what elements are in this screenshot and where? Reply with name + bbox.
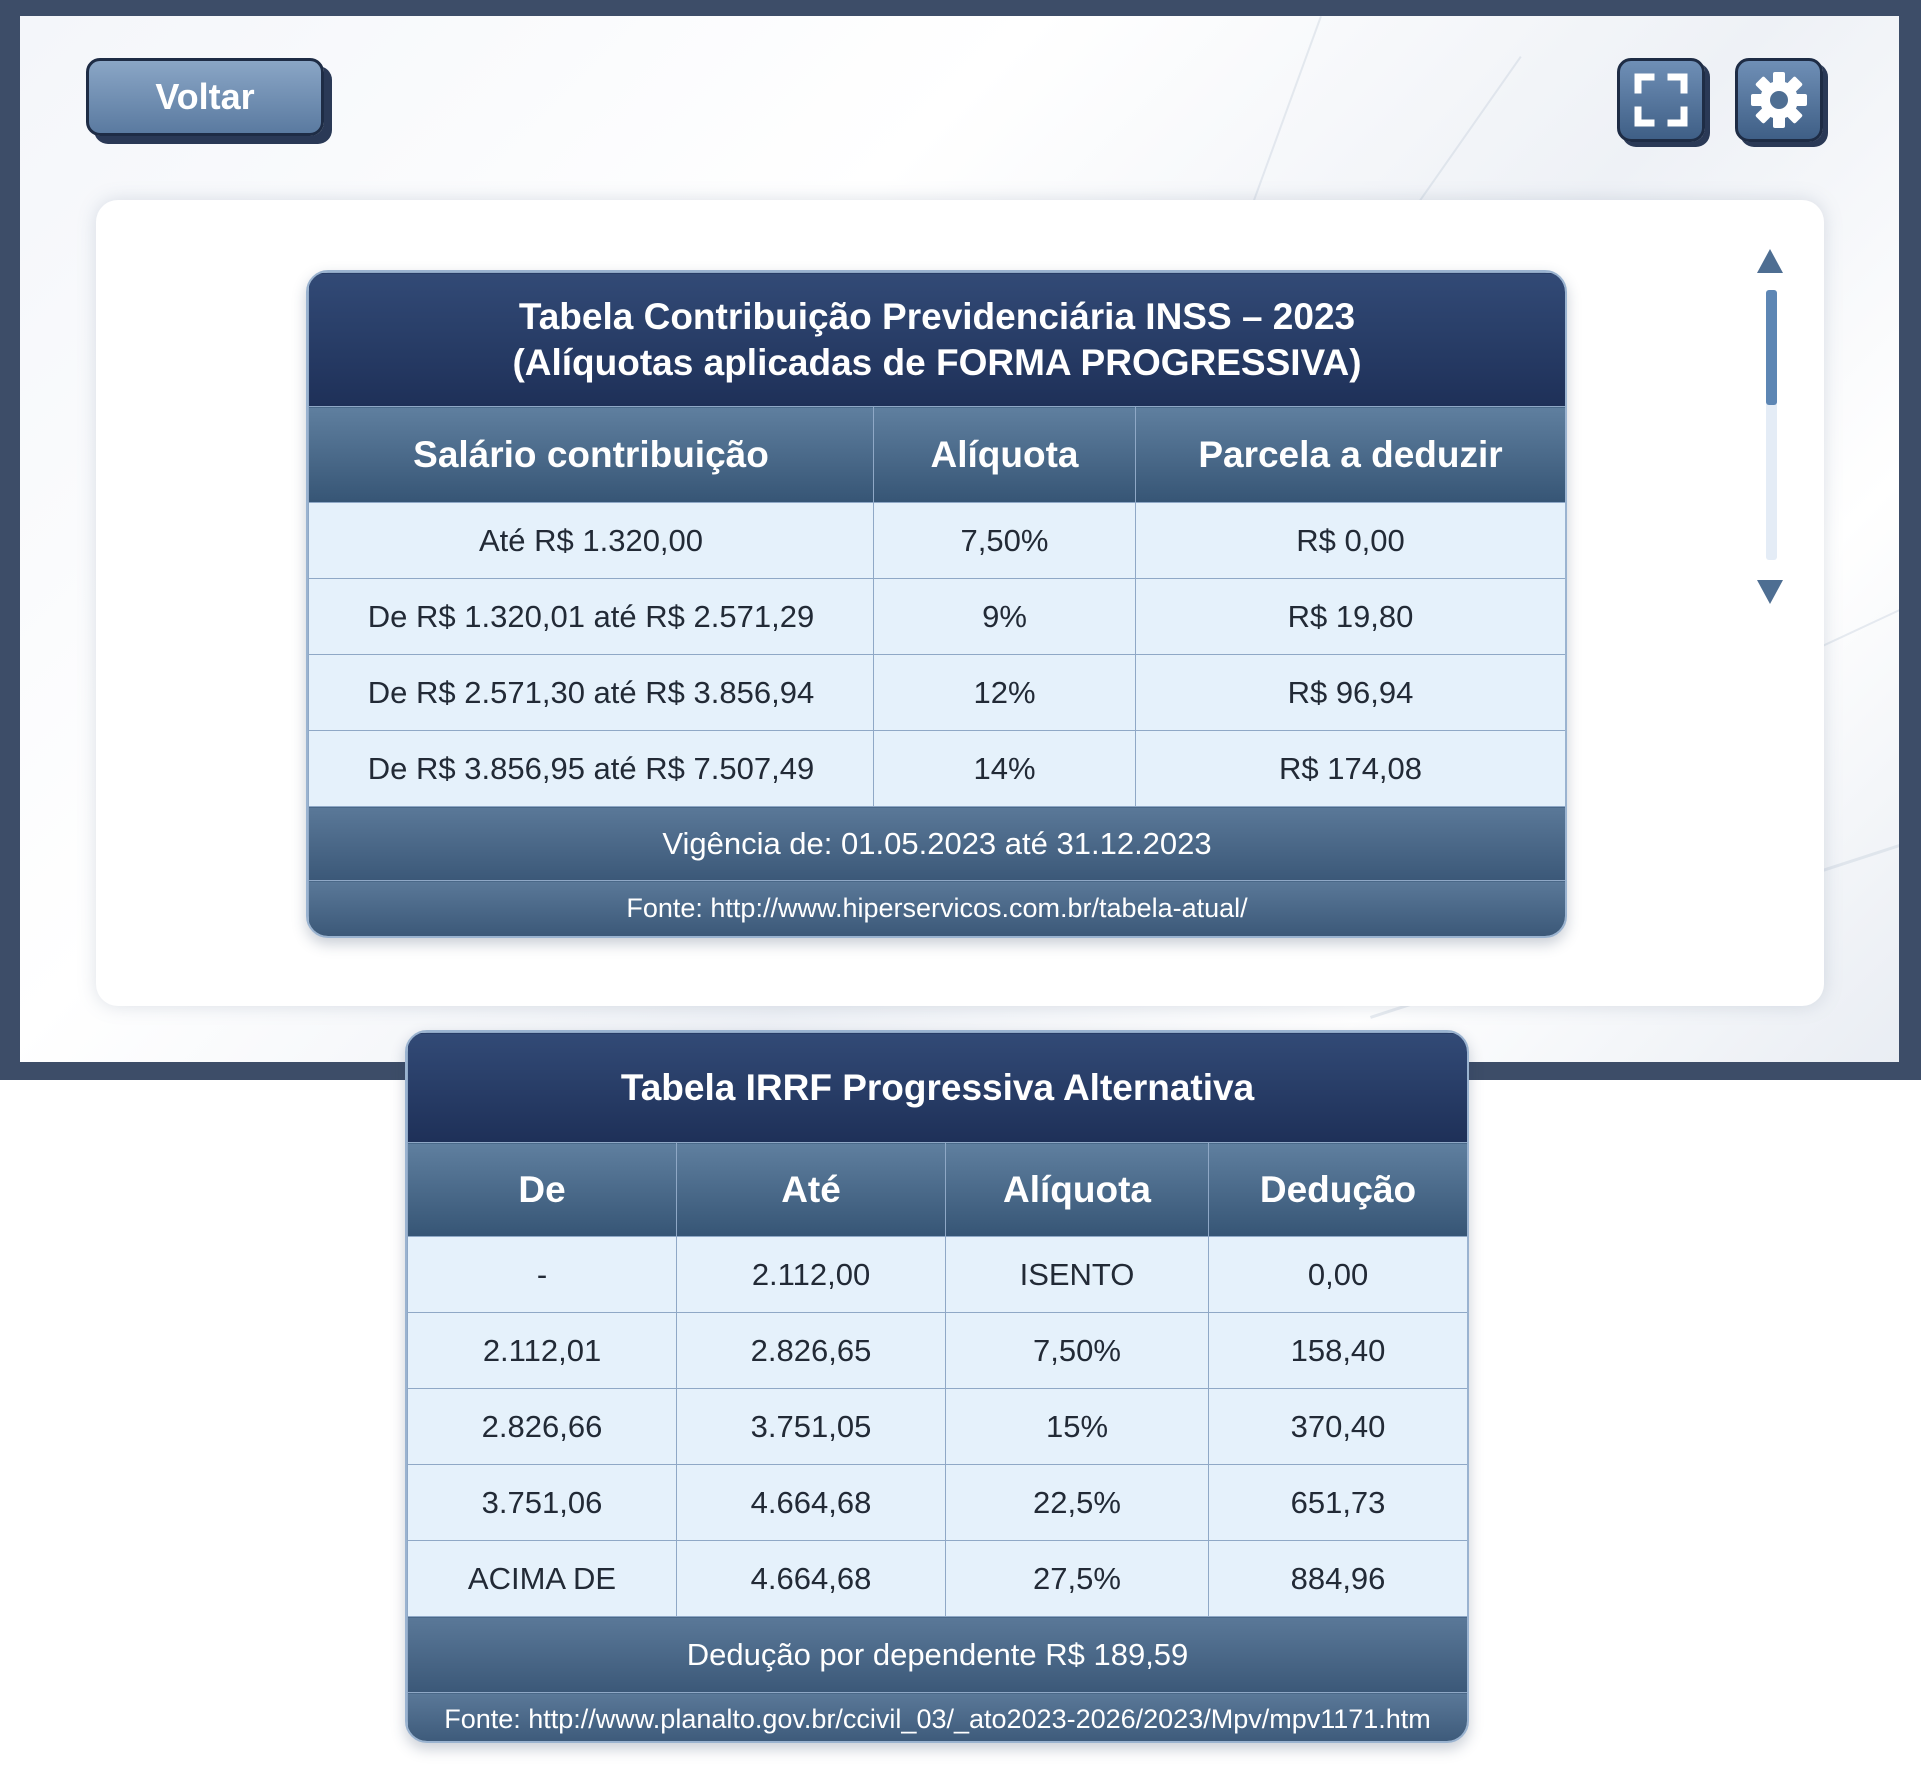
table-cell: R$ 19,80	[1135, 578, 1565, 655]
table-cell: 27,5%	[945, 1540, 1209, 1617]
table-cell: -	[407, 1236, 677, 1313]
table-cell: 158,40	[1207, 1312, 1467, 1389]
table-cell: 15%	[945, 1388, 1209, 1465]
table-cell: 2.112,01	[407, 1312, 677, 1389]
irrf-table: Tabela IRRF Progressiva Alternativa De A…	[407, 1032, 1467, 1741]
table-cell: De R$ 1.320,01 até R$ 2.571,29	[308, 578, 874, 655]
table-row: De R$ 3.856,95 até R$ 7.507,49 14% R$ 17…	[308, 730, 1565, 807]
table-cell: 3.751,06	[407, 1464, 677, 1541]
scrollbar-thumb[interactable]	[1766, 290, 1777, 405]
settings-button[interactable]	[1735, 58, 1823, 142]
inss-table-card: Tabela Contribuição Previdenciária INSS …	[306, 270, 1567, 938]
header-ate: Até	[676, 1142, 946, 1237]
table-cell: 651,73	[1207, 1464, 1467, 1541]
scroll-up-arrow-icon[interactable]	[1757, 249, 1783, 273]
table-row: - 2.112,00 ISENTO 0,00	[407, 1236, 1467, 1313]
irrf-source: Fonte: http://www.planalto.gov.br/ccivil…	[407, 1692, 1467, 1741]
table-cell: Até R$ 1.320,00	[308, 502, 874, 579]
table-cell: 9%	[873, 578, 1136, 655]
irrf-table-title: Tabela IRRF Progressiva Alternativa	[407, 1032, 1467, 1143]
inss-title-line1: Tabela Contribuição Previdenciária INSS …	[518, 295, 1356, 337]
header-deducao: Dedução	[1207, 1142, 1467, 1237]
inss-header-row: Salário contribuição Alíquota Parcela a …	[308, 406, 1565, 503]
table-row: Até R$ 1.320,00 7,50% R$ 0,00	[308, 502, 1565, 579]
scroll-down-arrow-icon[interactable]	[1757, 580, 1783, 604]
back-button-label: Voltar	[155, 76, 255, 117]
table-cell: R$ 96,94	[1135, 654, 1565, 731]
inss-validity: Vigência de: 01.05.2023 até 31.12.2023	[308, 806, 1565, 881]
header-aliquota: Alíquota	[945, 1142, 1209, 1237]
table-cell: 4.664,68	[676, 1464, 946, 1541]
table-cell: R$ 0,00	[1135, 502, 1565, 579]
table-cell: 4.664,68	[676, 1540, 946, 1617]
fullscreen-button[interactable]	[1617, 58, 1705, 142]
inss-source: Fonte: http://www.hiperservicos.com.br/t…	[308, 880, 1565, 936]
table-cell: 7,50%	[945, 1312, 1209, 1389]
table-row: 2.826,66 3.751,05 15% 370,40	[407, 1388, 1467, 1465]
inss-table: Tabela Contribuição Previdenciária INSS …	[308, 272, 1565, 936]
table-cell: 3.751,05	[676, 1388, 946, 1465]
table-row: 2.112,01 2.826,65 7,50% 158,40	[407, 1312, 1467, 1389]
back-button[interactable]: Voltar	[86, 58, 324, 136]
table-cell: 12%	[873, 654, 1136, 731]
fullscreen-icon	[1634, 73, 1688, 127]
table-cell: 2.112,00	[676, 1236, 946, 1313]
irrf-header-row: De Até Alíquota Dedução	[407, 1142, 1467, 1237]
header-aliquota: Alíquota	[873, 406, 1136, 503]
table-cell: 370,40	[1207, 1388, 1467, 1465]
table-row: ACIMA DE 4.664,68 27,5% 884,96	[407, 1540, 1467, 1617]
header-salario: Salário contribuição	[308, 406, 874, 503]
table-cell: 884,96	[1207, 1540, 1467, 1617]
irrf-table-card: Tabela IRRF Progressiva Alternativa De A…	[405, 1030, 1469, 1743]
header-de: De	[407, 1142, 677, 1237]
table-cell: 0,00	[1207, 1236, 1467, 1313]
table-row: De R$ 2.571,30 até R$ 3.856,94 12% R$ 96…	[308, 654, 1565, 731]
table-cell: 7,50%	[873, 502, 1136, 579]
inss-title-line2: (Alíquotas aplicadas de FORMA PROGRESSIV…	[512, 341, 1362, 383]
table-cell: De R$ 3.856,95 até R$ 7.507,49	[308, 730, 874, 807]
table-cell: ACIMA DE	[407, 1540, 677, 1617]
table-row: De R$ 1.320,01 até R$ 2.571,29 9% R$ 19,…	[308, 578, 1565, 655]
table-cell: 2.826,65	[676, 1312, 946, 1389]
table-cell: 2.826,66	[407, 1388, 677, 1465]
table-cell: 14%	[873, 730, 1136, 807]
table-row: 3.751,06 4.664,68 22,5% 651,73	[407, 1464, 1467, 1541]
irrf-dependent-deduction: Dedução por dependente R$ 189,59	[407, 1616, 1467, 1693]
inss-table-title: Tabela Contribuição Previdenciária INSS …	[308, 272, 1565, 407]
table-cell: R$ 174,08	[1135, 730, 1565, 807]
table-cell: De R$ 2.571,30 até R$ 3.856,94	[308, 654, 874, 731]
table-cell: ISENTO	[945, 1236, 1209, 1313]
gear-icon	[1751, 72, 1807, 128]
header-parcela: Parcela a deduzir	[1135, 406, 1565, 503]
table-cell: 22,5%	[945, 1464, 1209, 1541]
